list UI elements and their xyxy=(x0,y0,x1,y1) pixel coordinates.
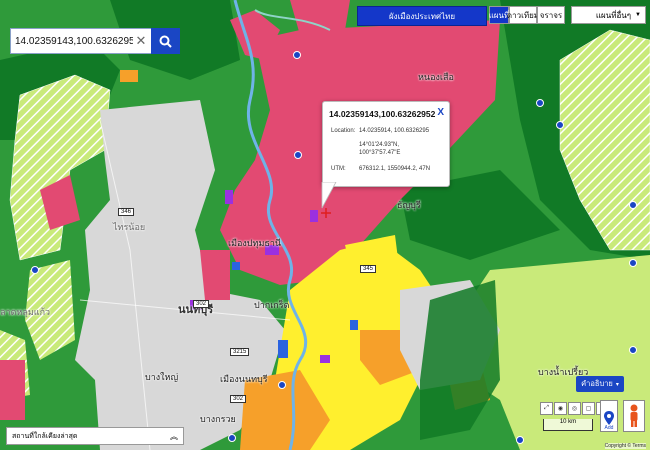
area-icon[interactable]: ▢ xyxy=(582,402,595,415)
district-select-label: ผังเมืองประเทศไทย xyxy=(388,11,456,21)
institutional-patch xyxy=(120,70,138,82)
popup-utm-value: 676312.1, 1550944.2, 47N xyxy=(359,166,431,172)
institutional-patch xyxy=(320,355,330,363)
nearby-places-panel[interactable]: สถานที่ใกล้เคียงล่าสุด ︽ xyxy=(6,427,184,445)
maptype-satellite-button[interactable]: ดาวเทียม xyxy=(506,6,540,24)
road-number-302b: 302 xyxy=(230,395,247,403)
search-icon xyxy=(159,35,172,48)
bus-stop-icon xyxy=(294,151,302,159)
search-button[interactable] xyxy=(151,28,180,54)
map-label-thanyaburi: ธัญบุรี xyxy=(397,200,421,210)
popup-pointer xyxy=(321,182,337,209)
urban-zone-south xyxy=(200,250,230,300)
popup-dms-lon: 100°37'57.47"E xyxy=(359,150,401,156)
bus-stop-icon xyxy=(228,434,236,442)
legend-button[interactable]: คำอธิบาย ▾ xyxy=(576,376,624,392)
map-label-pathum-thani: เมืองปทุมธานี xyxy=(228,238,282,248)
bus-stop-icon xyxy=(556,121,564,129)
road-number-346: 346 xyxy=(118,208,135,216)
land-use-map[interactable] xyxy=(0,0,650,450)
map-tools: ⤢ ◉ ◎ ▢ ✎ xyxy=(540,402,609,416)
bus-stop-icon xyxy=(629,346,637,354)
bus-stop-icon xyxy=(629,259,637,267)
bus-stop-icon xyxy=(278,381,286,389)
search-input[interactable]: 14.02359143,100.63262952 xyxy=(11,36,133,47)
close-icon[interactable]: ✕ xyxy=(133,33,149,49)
map-label-sai-noi: ไทรน้อย xyxy=(113,222,146,232)
bus-stop-icon xyxy=(31,266,39,274)
maptype-traffic-label: จราจร xyxy=(539,10,563,20)
road-number-302: 302 xyxy=(193,300,210,308)
add-button[interactable]: Add xyxy=(600,400,618,432)
other-maps-select[interactable]: แผนที่อื่นๆ ▼ xyxy=(571,6,646,24)
chevron-down-icon: ▾ xyxy=(615,381,619,388)
map-label-nong-suea: หนองเสือ xyxy=(418,72,454,82)
government-patch xyxy=(232,262,240,270)
scale-bar: 10 km xyxy=(543,419,593,431)
urban-zone-sw xyxy=(0,360,25,420)
legend-label: คำอธิบาย xyxy=(581,379,613,388)
road-number-3215: 3215 xyxy=(230,348,250,356)
measure-icon[interactable]: ⤢ xyxy=(540,402,553,415)
government-patch xyxy=(278,340,288,358)
map-label-lat-lum-kaeo: ลาดหลุมแก้ว xyxy=(0,307,51,317)
popup-location-label: Location: xyxy=(331,128,356,134)
bus-stop-icon xyxy=(293,51,301,59)
institutional-patch xyxy=(225,190,233,204)
map-label-mueang-nonthaburi: เมืองนนทบุรี xyxy=(220,374,268,384)
close-icon[interactable]: X xyxy=(437,107,444,118)
bus-stop-icon xyxy=(536,99,544,107)
popup-title: 14.02359143,100.63262952 xyxy=(329,109,436,119)
map-label-pak-kret: ปากเกร็ด xyxy=(254,300,290,310)
chevron-down-icon: ▼ xyxy=(635,12,641,18)
coordinate-popup: 14.02359143,100.63262952 X Location: 14.… xyxy=(322,101,450,187)
other-maps-label: แผนที่อื่นๆ xyxy=(595,10,632,20)
scale-label: 10 km xyxy=(559,419,577,425)
popup-dms-lat: 14°01'24.93"N, xyxy=(359,142,400,148)
government-patch xyxy=(350,320,358,330)
add-label: Add xyxy=(604,425,614,431)
road-number-345: 345 xyxy=(360,265,377,273)
popup-location-value: 14.0235914, 100.6326295 xyxy=(359,128,430,134)
popup-utm-label: UTM: xyxy=(331,166,346,172)
chevron-up-icon[interactable]: ︽ xyxy=(170,431,178,442)
nearby-places-label: สถานที่ใกล้เคียงล่าสุด xyxy=(12,432,78,440)
bus-stop-icon xyxy=(629,201,637,209)
map-label-bang-kruai: บางกรวย xyxy=(200,414,236,424)
map-label-bang-yai: บางใหญ่ xyxy=(145,372,179,382)
district-select[interactable]: ผังเมืองประเทศไทย xyxy=(357,6,487,26)
pin-icon xyxy=(604,411,614,425)
maptype-traffic-button[interactable]: จราจร xyxy=(537,6,565,24)
maptype-satellite-label: ดาวเทียม xyxy=(506,10,540,20)
pegman-button[interactable] xyxy=(623,400,645,432)
copyright: Copyright © Terms xyxy=(604,443,646,449)
urban-zone-north xyxy=(290,0,350,35)
layers-icon[interactable]: ◉ xyxy=(554,402,567,415)
bus-stop-icon xyxy=(516,436,524,444)
pegman-icon xyxy=(630,404,638,427)
institutional-patch xyxy=(310,210,318,222)
location-icon[interactable]: ◎ xyxy=(568,402,581,415)
